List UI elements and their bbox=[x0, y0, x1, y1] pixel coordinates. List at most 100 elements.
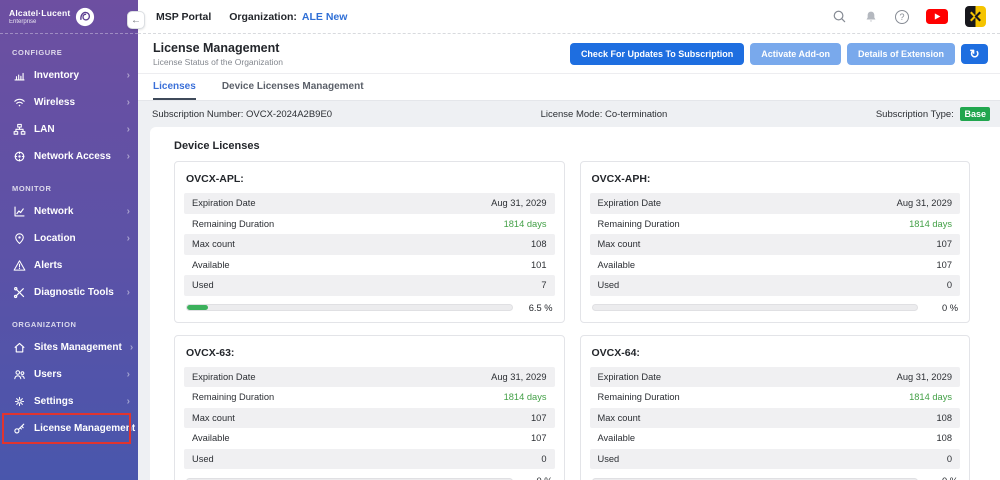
sidebar-item-label: Sites Management bbox=[34, 342, 122, 353]
sidebar-item-wireless[interactable]: Wireless › bbox=[0, 89, 138, 116]
top-bar: MSP Portal Organization: ALE New ? bbox=[138, 0, 1000, 34]
usage-percent: 0 % bbox=[523, 476, 553, 480]
usage-progress: 6.5 % bbox=[184, 303, 555, 313]
sidebar-item-label: Alerts bbox=[34, 260, 130, 271]
chevron-right-icon: › bbox=[127, 206, 130, 217]
row-available: Available101 bbox=[184, 255, 555, 276]
chevron-right-icon: › bbox=[127, 233, 130, 244]
sidebar-item-network[interactable]: Network › bbox=[0, 198, 138, 225]
row-expiration-date: Expiration DateAug 31, 2029 bbox=[590, 193, 961, 214]
sidebar-item-users[interactable]: Users › bbox=[0, 361, 138, 388]
row-max-count: Max count107 bbox=[184, 408, 555, 429]
row-max-count: Max count107 bbox=[590, 234, 961, 255]
row-remaining-duration: Remaining Duration1814 days bbox=[590, 387, 961, 408]
progress-track bbox=[186, 304, 513, 311]
subscription-type-badge: Base bbox=[960, 107, 990, 121]
tools-icon bbox=[12, 286, 26, 299]
usage-percent: 0 % bbox=[928, 476, 958, 480]
lan-icon bbox=[12, 123, 26, 136]
page-header: License Management License Status of the… bbox=[138, 34, 1000, 73]
sidebar-item-label: Inventory bbox=[34, 70, 119, 81]
organization-label: Organization: bbox=[229, 11, 297, 23]
card-title: OVCX-63: bbox=[184, 344, 555, 367]
sidebar-item-inventory[interactable]: Inventory › bbox=[0, 62, 138, 89]
chevron-right-icon: › bbox=[127, 97, 130, 108]
progress-track bbox=[592, 304, 919, 311]
section-label: CONFIGURE bbox=[0, 40, 138, 62]
subscription-number: Subscription Number: OVCX-2024A2B9E0 bbox=[152, 109, 332, 120]
sidebar-collapse-button[interactable]: ← bbox=[127, 11, 145, 29]
card-title: OVCX-APL: bbox=[184, 170, 555, 193]
user-avatar[interactable] bbox=[965, 6, 986, 27]
chevron-right-icon: › bbox=[127, 369, 130, 380]
content-area: Subscription Number: OVCX-2024A2B9E0 Lic… bbox=[138, 101, 1000, 480]
page-subtitle: License Status of the Organization bbox=[153, 57, 283, 67]
key-icon bbox=[12, 422, 26, 435]
gear-icon bbox=[12, 395, 26, 408]
license-card-ovcx-63: OVCX-63: Expiration DateAug 31, 2029 Rem… bbox=[174, 335, 565, 480]
sidebar-item-location[interactable]: Location › bbox=[0, 225, 138, 252]
license-cards-grid: OVCX-APL: Expiration DateAug 31, 2029 Re… bbox=[174, 161, 970, 480]
subscription-type: Subscription Type: Base bbox=[876, 109, 990, 120]
page-title: License Management bbox=[153, 41, 283, 55]
chevron-right-icon: › bbox=[127, 151, 130, 162]
chevron-right-icon: › bbox=[127, 396, 130, 407]
network-chart-icon bbox=[12, 205, 26, 218]
brand-subtitle: Enterprise bbox=[9, 19, 70, 25]
portal-title: MSP Portal bbox=[156, 11, 211, 23]
card-title: OVCX-64: bbox=[590, 344, 961, 367]
details-extension-button[interactable]: Details of Extension bbox=[847, 43, 955, 65]
tab-licenses[interactable]: Licenses bbox=[153, 74, 196, 100]
sidebar-item-sites-management[interactable]: Sites Management › bbox=[0, 334, 138, 361]
sidebar-item-label: Network bbox=[34, 206, 119, 217]
sidebar-section-configure: CONFIGURE Inventory › Wireless › bbox=[0, 40, 138, 170]
usage-progress: 0 % bbox=[184, 476, 555, 480]
ale-swirl-logo-icon bbox=[75, 7, 95, 27]
usage-percent: 6.5 % bbox=[523, 303, 553, 313]
bell-icon[interactable] bbox=[864, 10, 878, 24]
sidebar-item-lan[interactable]: LAN › bbox=[0, 116, 138, 143]
chevron-right-icon: › bbox=[127, 70, 130, 81]
sidebar-item-diagnostic-tools[interactable]: Diagnostic Tools › bbox=[0, 279, 138, 306]
row-max-count: Max count108 bbox=[184, 234, 555, 255]
sidebar-item-label: Settings bbox=[34, 396, 119, 407]
tab-bar: Licenses Device Licenses Management bbox=[138, 73, 1000, 101]
sidebar-item-label: Network Access bbox=[34, 151, 119, 162]
sidebar-section-monitor: MONITOR Network › Location › bbox=[0, 176, 138, 306]
brand-logo: Alcatel·Lucent Enterprise bbox=[0, 0, 138, 34]
card-title: OVCX-APH: bbox=[590, 170, 961, 193]
license-card-ovcx-64: OVCX-64: Expiration DateAug 31, 2029 Rem… bbox=[580, 335, 971, 480]
section-label: MONITOR bbox=[0, 176, 138, 198]
help-icon[interactable]: ? bbox=[895, 10, 909, 24]
sidebar-item-settings[interactable]: Settings › bbox=[0, 388, 138, 415]
sidebar-item-alerts[interactable]: Alerts bbox=[0, 252, 138, 279]
sidebar: Alcatel·Lucent Enterprise CONFIGURE Inve… bbox=[0, 0, 138, 480]
refresh-button[interactable]: ↻ bbox=[961, 44, 988, 64]
usage-percent: 0 % bbox=[928, 303, 958, 313]
youtube-icon[interactable] bbox=[926, 9, 948, 24]
activate-addon-button[interactable]: Activate Add-on bbox=[750, 43, 841, 65]
network-access-icon bbox=[12, 150, 26, 163]
arrow-left-icon: ← bbox=[131, 15, 141, 26]
search-icon[interactable] bbox=[832, 9, 847, 24]
sidebar-item-label: Users bbox=[34, 369, 119, 380]
license-card-ovcx-aph: OVCX-APH: Expiration DateAug 31, 2029 Re… bbox=[580, 161, 971, 323]
tab-device-licenses-management[interactable]: Device Licenses Management bbox=[222, 74, 364, 100]
location-pin-icon bbox=[12, 232, 26, 245]
row-used: Used7 bbox=[184, 275, 555, 296]
organization-value-link[interactable]: ALE New bbox=[302, 11, 348, 23]
row-expiration-date: Expiration DateAug 31, 2029 bbox=[184, 193, 555, 214]
home-icon bbox=[12, 341, 26, 354]
alert-triangle-icon bbox=[12, 259, 26, 272]
chevron-right-icon: › bbox=[127, 124, 130, 135]
section-label: ORGANIZATION bbox=[0, 312, 138, 334]
row-used: Used0 bbox=[590, 449, 961, 470]
inventory-icon bbox=[12, 69, 26, 82]
sidebar-item-network-access[interactable]: Network Access › bbox=[0, 143, 138, 170]
chevron-right-icon: › bbox=[130, 342, 133, 353]
check-updates-button[interactable]: Check For Updates To Subscription bbox=[570, 43, 744, 65]
license-mode: License Mode: Co-termination bbox=[541, 109, 668, 120]
sidebar-item-label: License Management bbox=[34, 423, 135, 434]
row-expiration-date: Expiration DateAug 31, 2029 bbox=[590, 367, 961, 388]
sidebar-item-license-management[interactable]: License Management bbox=[0, 415, 138, 442]
